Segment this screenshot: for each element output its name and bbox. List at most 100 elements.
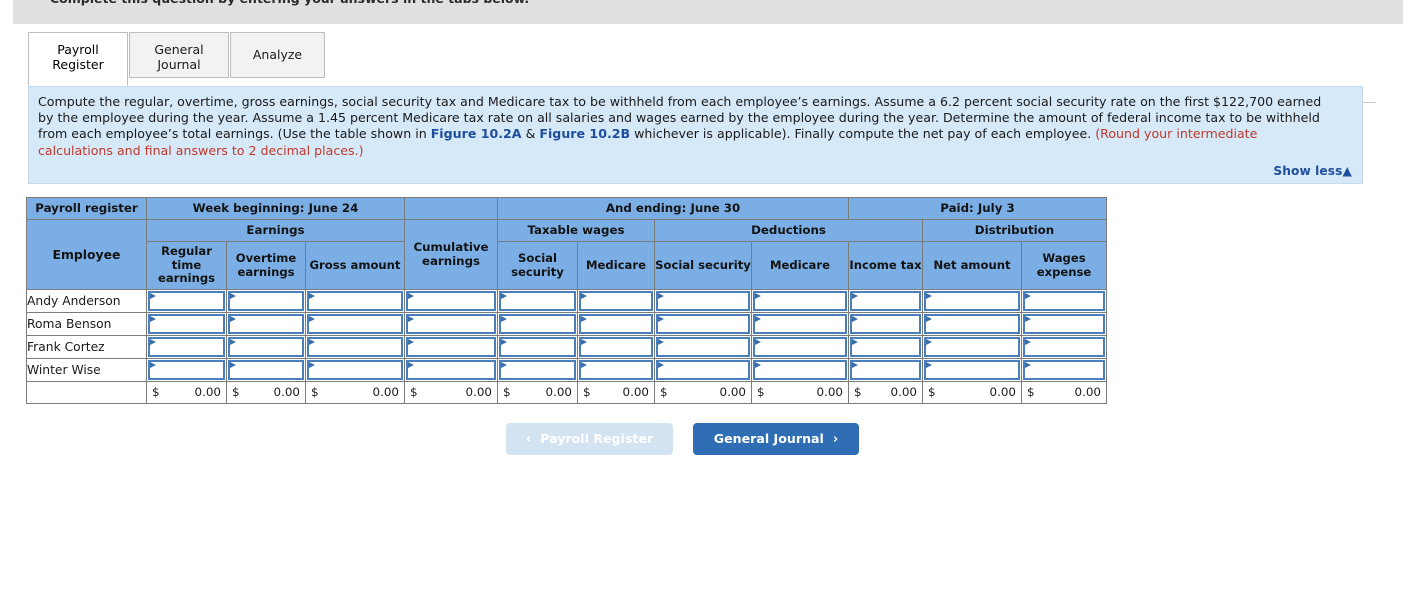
payroll-input-cell[interactable] — [497, 335, 578, 359]
payroll-input-cell[interactable] — [305, 335, 405, 359]
payroll-input-cell[interactable] — [654, 289, 752, 313]
payroll-value-input[interactable] — [317, 317, 399, 331]
payroll-input-cell[interactable] — [848, 358, 923, 382]
payroll-input-cell[interactable] — [922, 335, 1022, 359]
payroll-input-cell[interactable] — [146, 289, 227, 313]
payroll-value-input[interactable] — [317, 294, 399, 308]
show-less-toggle[interactable]: Show less▲ — [1273, 164, 1352, 178]
payroll-input-cell[interactable] — [577, 335, 655, 359]
payroll-value-input[interactable] — [1033, 340, 1101, 354]
figure-10-2a-link[interactable]: Figure 10.2A — [431, 126, 522, 141]
payroll-value-input[interactable] — [763, 340, 843, 354]
tab-payroll-register-line2: Register — [52, 57, 104, 72]
payroll-value-input[interactable] — [860, 317, 917, 331]
payroll-value-input[interactable] — [317, 340, 399, 354]
payroll-input-cell[interactable] — [577, 358, 655, 382]
payroll-value-input[interactable] — [416, 340, 492, 354]
payroll-value-input[interactable] — [763, 317, 843, 331]
payroll-input-cell[interactable] — [654, 312, 752, 336]
payroll-value-input[interactable] — [860, 340, 917, 354]
payroll-input-cell[interactable] — [305, 289, 405, 313]
payroll-input-cell[interactable] — [922, 289, 1022, 313]
payroll-input-cell[interactable] — [497, 289, 578, 313]
payroll-input-cell[interactable] — [1021, 289, 1107, 313]
payroll-input-cell[interactable] — [751, 289, 849, 313]
payroll-value-input[interactable] — [934, 294, 1016, 308]
tab-analyze[interactable]: Analyze — [230, 32, 325, 78]
payroll-value-input[interactable] — [238, 363, 300, 377]
payroll-value-input[interactable] — [509, 340, 572, 354]
payroll-value-input[interactable] — [416, 294, 492, 308]
payroll-value-input[interactable] — [666, 294, 746, 308]
payroll-value-input[interactable] — [238, 294, 300, 308]
payroll-input-cell[interactable] — [305, 312, 405, 336]
payroll-input-cell[interactable] — [146, 312, 227, 336]
payroll-input-cell[interactable] — [1021, 358, 1107, 382]
payroll-value-input[interactable] — [238, 317, 300, 331]
payroll-input-cell[interactable] — [654, 335, 752, 359]
payroll-value-input[interactable] — [934, 340, 1016, 354]
payroll-value-input[interactable] — [416, 317, 492, 331]
payroll-value-input[interactable] — [509, 317, 572, 331]
payroll-value-input[interactable] — [589, 317, 649, 331]
payroll-value-input[interactable] — [317, 363, 399, 377]
payroll-value-input[interactable] — [509, 363, 572, 377]
payroll-input-cell[interactable] — [751, 358, 849, 382]
payroll-value-input[interactable] — [509, 294, 572, 308]
prev-payroll-register-button[interactable]: ‹ Payroll Register — [506, 423, 673, 455]
figure-10-2b-link[interactable]: Figure 10.2B — [539, 126, 630, 141]
payroll-input-cell[interactable] — [848, 335, 923, 359]
payroll-value-input[interactable] — [763, 294, 843, 308]
payroll-input-cell[interactable] — [922, 358, 1022, 382]
next-general-journal-button[interactable]: General Journal › — [693, 423, 859, 455]
payroll-value-input[interactable] — [1033, 363, 1101, 377]
payroll-value-input[interactable] — [763, 363, 843, 377]
payroll-input-cell[interactable] — [751, 312, 849, 336]
payroll-input-cell[interactable] — [497, 358, 578, 382]
payroll-value-input[interactable] — [666, 363, 746, 377]
payroll-value-input[interactable] — [238, 340, 300, 354]
payroll-value-input[interactable] — [158, 340, 221, 354]
payroll-value-input[interactable] — [934, 363, 1016, 377]
payroll-input-cell[interactable] — [751, 335, 849, 359]
currency-symbol: $ — [660, 385, 668, 399]
payroll-input-cell[interactable] — [848, 289, 923, 313]
payroll-value-input[interactable] — [934, 317, 1016, 331]
payroll-input-cell[interactable] — [146, 358, 227, 382]
payroll-input-cell[interactable] — [305, 358, 405, 382]
payroll-input-cell[interactable] — [226, 358, 306, 382]
payroll-value-input[interactable] — [589, 340, 649, 354]
payroll-value-input[interactable] — [666, 317, 746, 331]
payroll-input-cell[interactable] — [226, 289, 306, 313]
payroll-input-cell[interactable] — [226, 312, 306, 336]
totals-cell: $0.00 — [922, 381, 1022, 404]
payroll-input-cell[interactable] — [654, 358, 752, 382]
payroll-input-cell[interactable] — [497, 312, 578, 336]
payroll-input-cell[interactable] — [922, 312, 1022, 336]
cell-marker-triangle-icon — [924, 314, 1020, 334]
payroll-input-cell[interactable] — [404, 312, 498, 336]
payroll-value-input[interactable] — [666, 340, 746, 354]
tab-payroll-register[interactable]: Payroll Register — [28, 32, 128, 86]
payroll-value-input[interactable] — [416, 363, 492, 377]
payroll-input-cell[interactable] — [146, 335, 227, 359]
payroll-input-cell[interactable] — [404, 335, 498, 359]
payroll-value-input[interactable] — [158, 294, 221, 308]
payroll-value-input[interactable] — [158, 363, 221, 377]
payroll-input-cell[interactable] — [226, 335, 306, 359]
payroll-value-input[interactable] — [158, 317, 221, 331]
payroll-value-input[interactable] — [1033, 317, 1101, 331]
payroll-input-cell[interactable] — [1021, 312, 1107, 336]
payroll-input-cell[interactable] — [577, 289, 655, 313]
payroll-input-cell[interactable] — [577, 312, 655, 336]
payroll-value-input[interactable] — [589, 363, 649, 377]
payroll-input-cell[interactable] — [404, 289, 498, 313]
tab-general-journal[interactable]: General Journal — [129, 32, 229, 78]
payroll-value-input[interactable] — [860, 294, 917, 308]
payroll-input-cell[interactable] — [404, 358, 498, 382]
payroll-value-input[interactable] — [589, 294, 649, 308]
payroll-input-cell[interactable] — [1021, 335, 1107, 359]
payroll-value-input[interactable] — [860, 363, 917, 377]
payroll-input-cell[interactable] — [848, 312, 923, 336]
payroll-value-input[interactable] — [1033, 294, 1101, 308]
